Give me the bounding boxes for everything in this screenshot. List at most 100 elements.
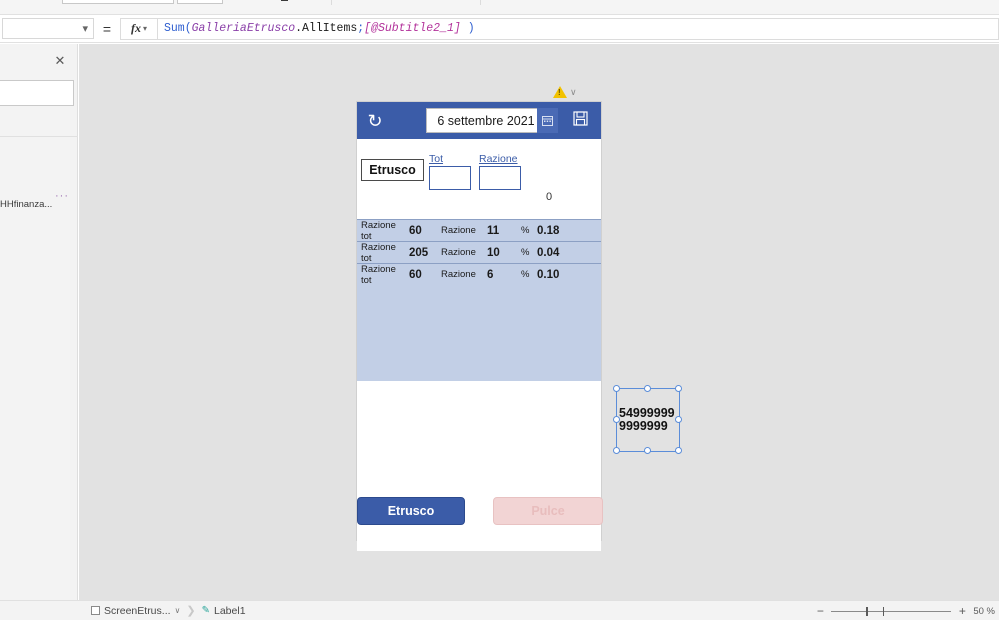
formula-input[interactable]: Sum(GalleriaEtrusco .AllItems; [@Subtitle2…	[158, 17, 999, 40]
calendar-icon[interactable]	[537, 108, 558, 133]
tree-item-label: HHfinanza...	[0, 198, 53, 210]
table-row[interactable]: Razione tot 60 Razione 11 % 0.18	[357, 219, 601, 242]
refresh-icon[interactable]: ↻	[357, 112, 393, 130]
ribbon-group-group[interactable]: ❑ Gruppo ▾	[637, 0, 691, 1]
row-raz-value: 11	[487, 224, 500, 237]
warning-triangle-icon	[553, 86, 567, 98]
group-icon: ❑	[637, 0, 647, 1]
resize-handle-n[interactable]	[644, 385, 651, 392]
font-name-combo[interactable]: Open Sans	[62, 0, 175, 4]
bold-button[interactable]: B ▾	[226, 0, 245, 2]
zoom-slider[interactable]	[831, 606, 952, 616]
more-options-icon[interactable]: ···	[55, 190, 69, 202]
row-raz-label: Razione	[441, 225, 476, 236]
breadcrumb-screen[interactable]: ScreenEtrus... ∨	[85, 601, 186, 620]
app-canvas-frame[interactable]: ↻ 6 settembre 2021 Etrusco Tot Razione 0…	[356, 101, 682, 551]
equals-sign: =	[102, 20, 112, 37]
formula-token-param: [@Subtitle2_1]	[364, 22, 461, 35]
reorder-icon: ❐	[490, 0, 500, 1]
count-value: 0	[546, 191, 553, 203]
zoom-slider-tick	[883, 606, 885, 616]
gallery-empty-area	[357, 285, 601, 381]
left-tree-panel: ✕ HHfinanza... ···	[0, 44, 78, 600]
highlight-button[interactable]: — ▾	[299, 0, 322, 2]
italic-button[interactable]: I	[249, 0, 258, 2]
calendar-glyph	[542, 116, 553, 126]
resize-handle-e[interactable]	[675, 416, 682, 423]
table-row[interactable]: Razione tot 60 Razione 6 % 0.10	[357, 263, 601, 286]
resize-handle-se[interactable]	[675, 447, 682, 454]
razione-field: Razione	[479, 153, 521, 190]
zoom-out-button[interactable]: −	[815, 604, 825, 618]
row-pct-value: 0.10	[537, 268, 560, 281]
font-color-button[interactable]: A ▾	[278, 0, 297, 3]
fx-button[interactable]: fx ▾	[120, 17, 158, 40]
control-name: Label1	[214, 604, 246, 617]
breadcrumb-control[interactable]: ✎ Label1	[196, 601, 252, 620]
tot-input[interactable]	[429, 166, 471, 190]
date-value: 6 settembre 2021	[437, 113, 535, 128]
panel-divider	[0, 136, 78, 137]
ribbon-toolbar: Tema\u25be Open Sans 19 B ▾ I U	[0, 0, 999, 15]
lower-canvas-area: 549999999999999	[357, 381, 682, 481]
selection-box	[613, 385, 682, 454]
chevron-down-icon[interactable]: ∨	[175, 606, 181, 615]
resize-handle-sw[interactable]	[613, 447, 620, 454]
pulce-button-label: Pulce	[531, 504, 565, 518]
gallery-etrusco[interactable]: Razione tot 60 Razione 11 % 0.18 Razione…	[357, 219, 601, 381]
search-input[interactable]	[0, 80, 74, 106]
status-bar: ScreenEtrus... ∨ ❯ ✎ Label1 − + 50 %	[0, 600, 999, 620]
row-raz-label: Razione	[441, 247, 476, 258]
formula-token-control: GalleriaEtrusco	[191, 22, 296, 35]
power-apps-studio: Tema\u25be Open Sans 19 B ▾ I U	[0, 0, 999, 620]
theme-dropdown[interactable]: Tema\u25be	[4, 0, 59, 2]
warning-badge[interactable]: ∨	[553, 86, 577, 98]
table-row[interactable]: Razione tot 205 Razione 10 % 0.04	[357, 241, 601, 264]
zoom-in-button[interactable]: +	[957, 604, 967, 618]
resize-handle-ne[interactable]	[675, 385, 682, 392]
property-selector[interactable]: ▾	[2, 18, 94, 39]
zoom-slider-thumb[interactable]	[866, 606, 869, 616]
date-picker-input[interactable]: 6 settembre 2021	[426, 108, 546, 133]
row-pct-label: %	[521, 269, 530, 280]
resize-handle-s[interactable]	[644, 447, 651, 454]
screen-name: ScreenEtrus...	[104, 604, 171, 617]
entry-row: Etrusco Tot Razione 0	[357, 139, 601, 219]
ribbon-divider	[479, 0, 481, 5]
etrusco-button[interactable]: Etrusco	[357, 497, 465, 525]
pulce-button[interactable]: Pulce	[493, 497, 603, 525]
underline-button[interactable]: U	[261, 0, 275, 2]
border-icon: ▦	[423, 0, 433, 1]
razione-input[interactable]	[479, 166, 521, 190]
name-input[interactable]: Etrusco	[361, 159, 424, 181]
row-tot-value: 60	[409, 268, 422, 281]
tot-field: Tot	[429, 153, 471, 190]
left-panel-header: ✕	[0, 44, 77, 78]
font-size-combo[interactable]: 19	[177, 0, 224, 4]
zoom-controls: − + 50 %	[815, 601, 995, 620]
row-pct-value: 0.04	[537, 246, 560, 259]
formula-token-close: )	[460, 22, 475, 35]
resize-handle-w[interactable]	[613, 416, 620, 423]
ribbon-border-group[interactable]: ▦ Bordo ▾	[423, 0, 471, 1]
resize-handle-nw[interactable]	[613, 385, 620, 392]
floppy-glyph	[573, 111, 588, 126]
chevron-down-icon: ▾	[142, 24, 147, 33]
row-raz-value: 6	[487, 268, 494, 281]
font-color-icon: A	[280, 0, 288, 1]
action-button-bar: Etrusco Pulce	[357, 481, 603, 551]
save-icon[interactable]	[573, 111, 588, 130]
ribbon-divider	[330, 0, 332, 5]
chevron-down-icon[interactable]: ∨	[570, 87, 577, 98]
formula-token-semi: ;	[357, 22, 365, 35]
row-tot-label: Razione tot	[361, 241, 396, 264]
row-tot-label: Razione tot	[361, 263, 396, 286]
ribbon-reorder-group[interactable]: ❐ Riordina ▾	[490, 0, 549, 1]
zoom-percent: 50 %	[973, 605, 995, 617]
razione-label: Razione	[479, 153, 518, 165]
screen-icon	[91, 606, 100, 615]
close-icon[interactable]: ✕	[53, 54, 67, 68]
ribbon-align-group[interactable]: ◧ Allineamento ▾	[552, 0, 633, 1]
row-pct-label: %	[521, 247, 530, 258]
breadcrumb-separator: ❯	[186, 605, 196, 617]
